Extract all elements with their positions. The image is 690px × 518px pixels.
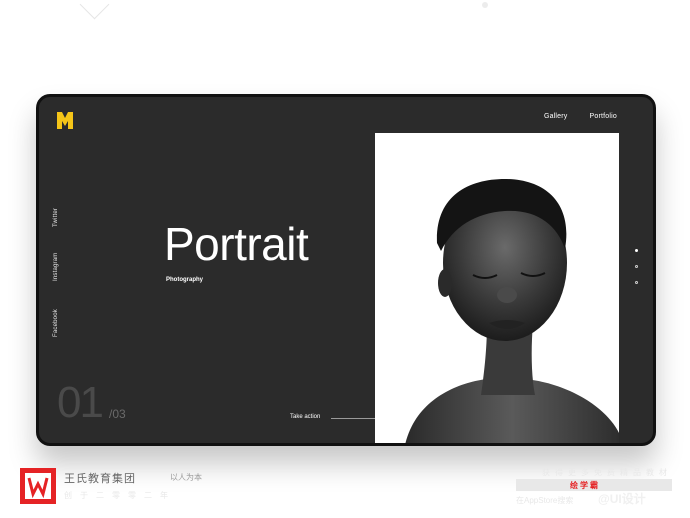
promo-line: 获得更多免费精品教材 xyxy=(542,468,672,477)
promo-red-text: 绘学霸 xyxy=(570,481,600,490)
cta-underline xyxy=(331,418,377,419)
pager-dot-3[interactable] xyxy=(635,281,638,284)
decorative-chevron xyxy=(79,0,110,20)
brand-subtitle: 创于二零零二年 xyxy=(64,491,176,500)
pager-dot-2[interactable] xyxy=(635,265,638,268)
w-brand-icon xyxy=(20,468,56,504)
brand-name: 王氏教育集团 xyxy=(64,473,136,485)
brand-slogan: 以人为本 xyxy=(170,473,202,482)
slide-counter-total: /03 xyxy=(109,407,126,421)
device-frame: Gallery Portfolio Twitter Instagram Face… xyxy=(36,94,656,446)
portrait-photo xyxy=(375,133,619,443)
decorative-dot xyxy=(482,2,488,8)
portrait-illustration xyxy=(375,133,619,443)
promo-banner: 绘学霸 xyxy=(516,479,672,491)
slide-pager xyxy=(635,249,638,297)
take-action-link[interactable]: Take action xyxy=(290,414,320,420)
nav-item-portfolio[interactable]: Portfolio xyxy=(590,113,617,120)
hero-title: Portrait xyxy=(164,218,309,270)
promo-appstore-text: 在AppStore搜索 xyxy=(516,496,574,505)
nav-item-gallery[interactable]: Gallery xyxy=(544,113,568,120)
top-nav: Gallery Portfolio xyxy=(544,113,617,120)
watermark: @UI设计 xyxy=(598,492,646,506)
m-logo-icon[interactable] xyxy=(57,112,73,129)
hero-subtitle: Photography xyxy=(166,277,203,283)
slide-counter-current: 01 xyxy=(57,378,104,427)
pager-dot-1[interactable] xyxy=(635,249,638,252)
